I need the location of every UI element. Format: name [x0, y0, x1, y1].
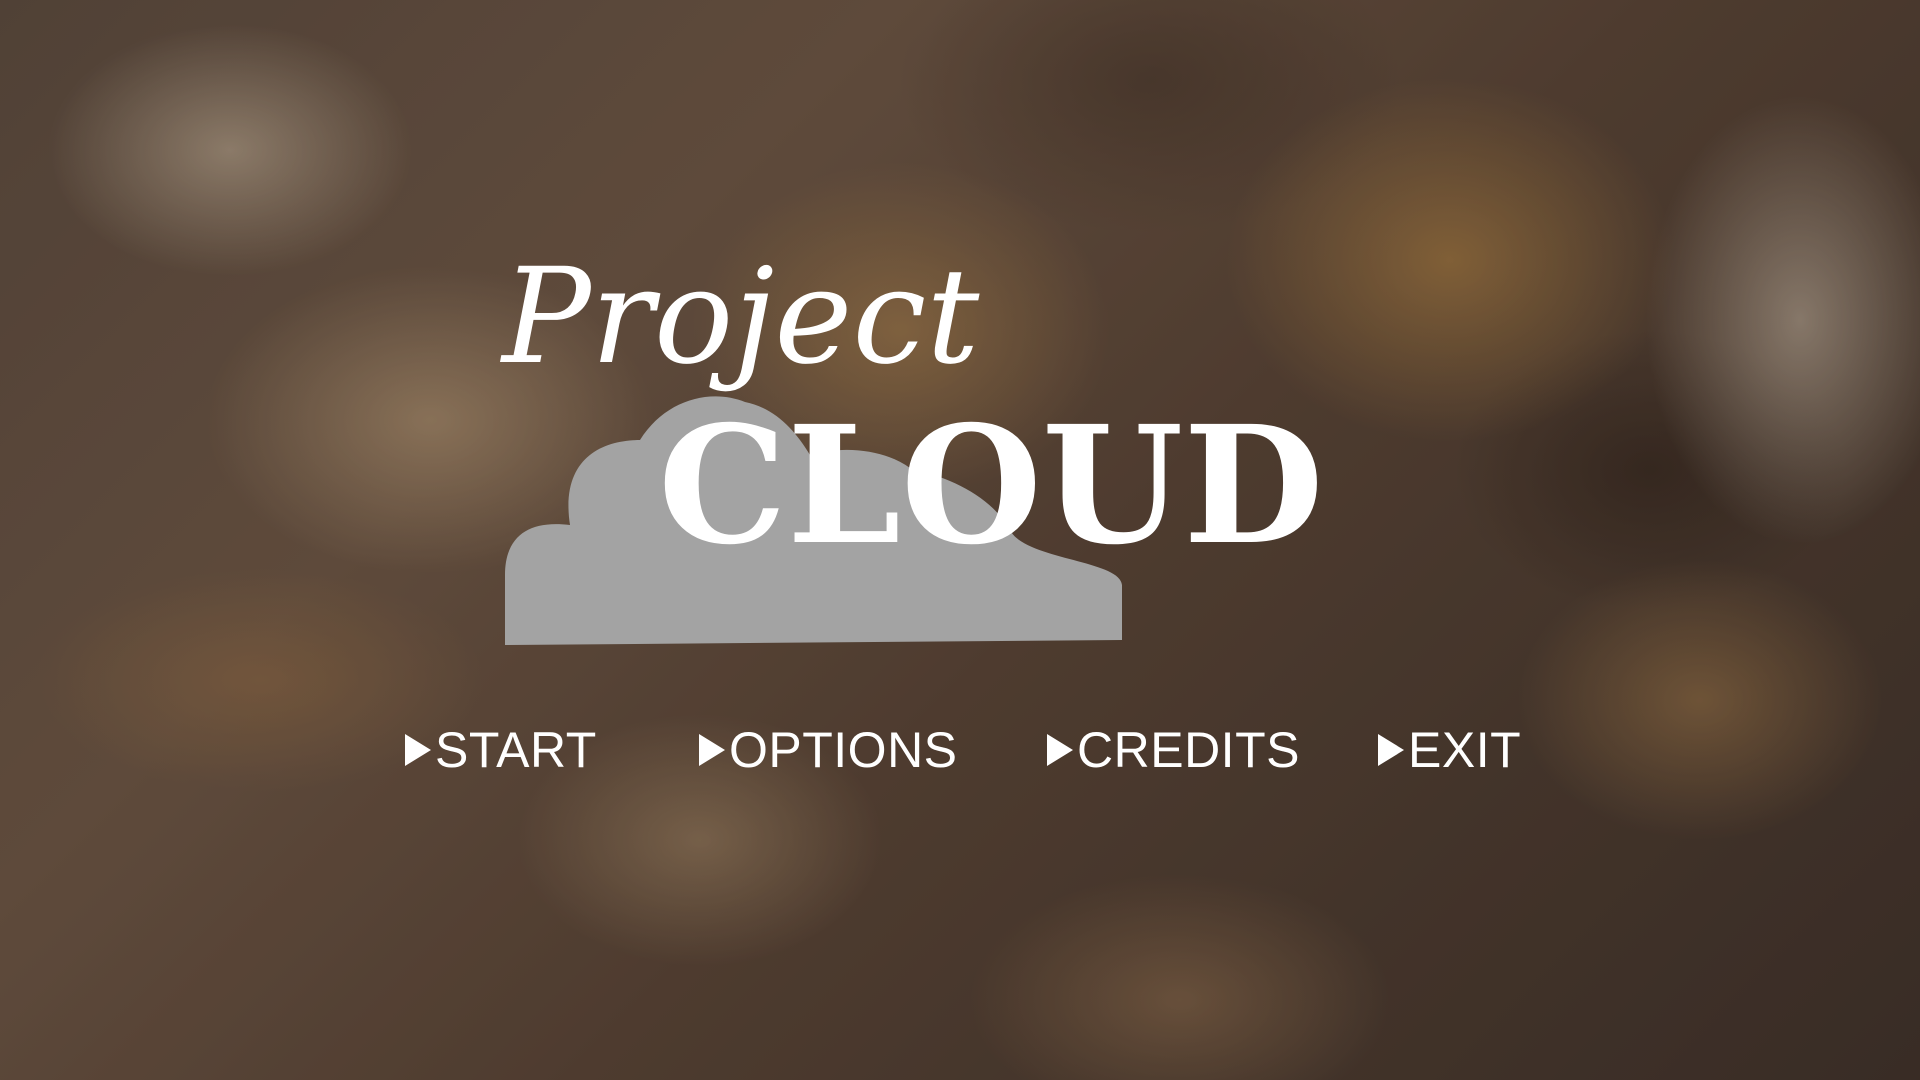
options-button[interactable]: OPTIONS — [699, 718, 958, 782]
game-logo: Project CLOUD — [490, 230, 1430, 660]
exit-button-label: EXIT — [1408, 722, 1522, 778]
credits-button-label: CREDITS — [1077, 722, 1300, 778]
start-button[interactable]: START — [405, 718, 597, 782]
credits-button[interactable]: CREDITS — [1047, 718, 1300, 782]
logo-title-cloud: CLOUD — [658, 391, 1324, 581]
play-triangle-icon — [1047, 734, 1073, 766]
start-button-label: START — [435, 722, 597, 778]
logo-title-project: Project — [500, 240, 980, 394]
main-menu: START OPTIONS CREDITS EXIT — [0, 718, 1920, 782]
main-menu-screen: Project CLOUD START OPTIONS CREDITS EXIT — [0, 0, 1920, 1080]
logo-graphic: Project CLOUD — [500, 240, 1324, 645]
play-triangle-icon — [699, 734, 725, 766]
play-triangle-icon — [1378, 734, 1404, 766]
exit-button[interactable]: EXIT — [1378, 718, 1521, 782]
play-triangle-icon — [405, 734, 431, 766]
options-button-label: OPTIONS — [729, 722, 958, 778]
